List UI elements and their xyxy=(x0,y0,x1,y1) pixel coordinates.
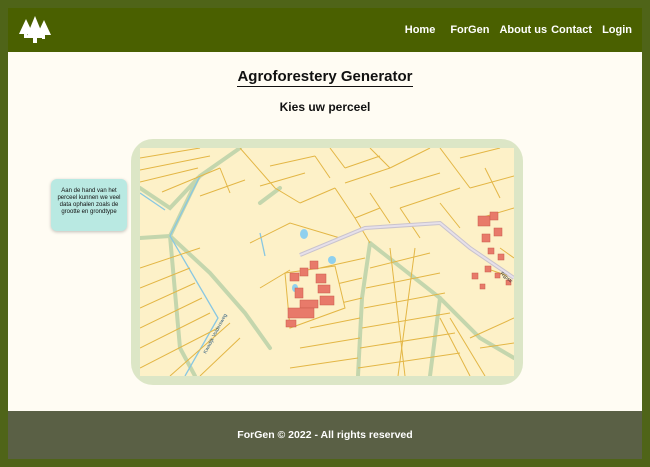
map-canvas[interactable]: Kwadijk Voldersweg Rijpstr xyxy=(140,148,514,376)
nav-forgen[interactable]: ForGen xyxy=(450,24,489,36)
page-subtitle: Kies uw perceel xyxy=(279,100,371,114)
nav-about-us[interactable]: About us xyxy=(499,24,547,36)
main-nav: Home ForGen About us Contact Login xyxy=(405,8,632,52)
footer-text: ForGen © 2022 - All rights reserved xyxy=(237,429,413,441)
page: Home ForGen About us Contact Login Agrof… xyxy=(8,8,642,459)
nav-contact[interactable]: Contact xyxy=(551,24,592,36)
parcel-map[interactable]: Kwadijk Voldersweg Rijpstr xyxy=(131,139,523,385)
footer: ForGen © 2022 - All rights reserved xyxy=(8,411,642,459)
info-tooltip: Aan de hand van het perceel kunnen we ve… xyxy=(51,179,127,231)
page-title-text: Agroforestery Generator xyxy=(237,68,413,87)
navbar: Home ForGen About us Contact Login xyxy=(8,8,642,52)
trees-icon[interactable] xyxy=(18,16,52,44)
nav-home[interactable]: Home xyxy=(405,24,436,36)
nav-login[interactable]: Login xyxy=(602,24,632,36)
page-title: Agroforestery Generator xyxy=(8,68,642,87)
